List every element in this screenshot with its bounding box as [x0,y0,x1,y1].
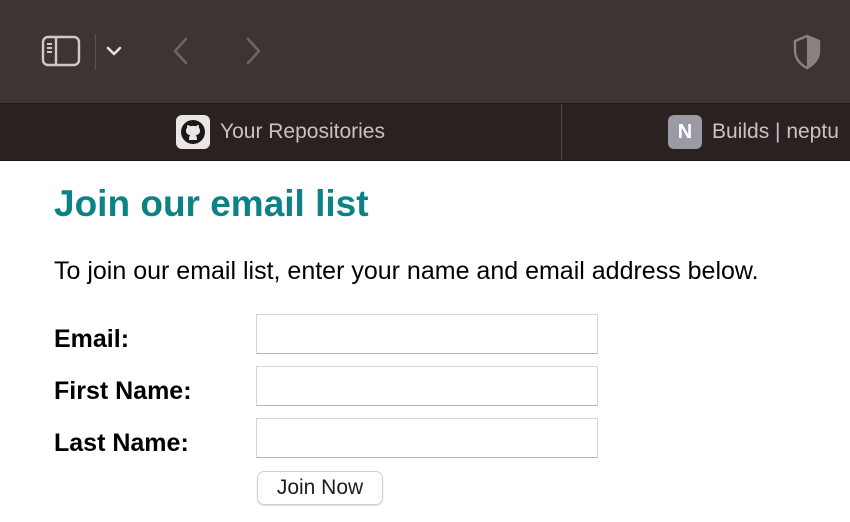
join-now-button[interactable]: Join Now [257,471,383,505]
browser-toolbar [0,0,850,104]
back-button[interactable] [168,34,194,68]
privacy-report-button[interactable] [790,33,824,71]
sidebar-menu-button[interactable] [102,38,126,64]
forward-button[interactable] [240,34,266,68]
sidebar-toggle-button[interactable] [40,33,82,69]
shield-icon [793,34,821,70]
last-name-field[interactable] [256,418,598,458]
github-icon [176,115,210,149]
first-name-field[interactable] [256,366,598,406]
n-favicon-icon: N [668,115,702,149]
sidebar-icon [41,35,81,67]
intro-text: To join our email list, enter your name … [54,257,759,285]
chevron-down-icon [106,46,122,56]
forward-arrow-icon [246,37,261,65]
last-name-label: Last Name: [54,429,189,457]
page-title: Join our email list [54,183,369,224]
tab-bar: Your Repositories N Builds | neptu [0,104,850,161]
tab-your-repositories[interactable]: Your Repositories [0,104,561,160]
tab-label: Your Repositories [220,120,385,143]
email-label: Email: [54,325,130,353]
tab-label: Builds | neptu [712,120,839,143]
email-field[interactable] [256,314,598,354]
tab-builds[interactable]: N Builds | neptu [562,104,850,160]
toolbar-divider [95,34,96,70]
first-name-label: First Name: [54,377,192,405]
back-arrow-icon [173,37,188,65]
